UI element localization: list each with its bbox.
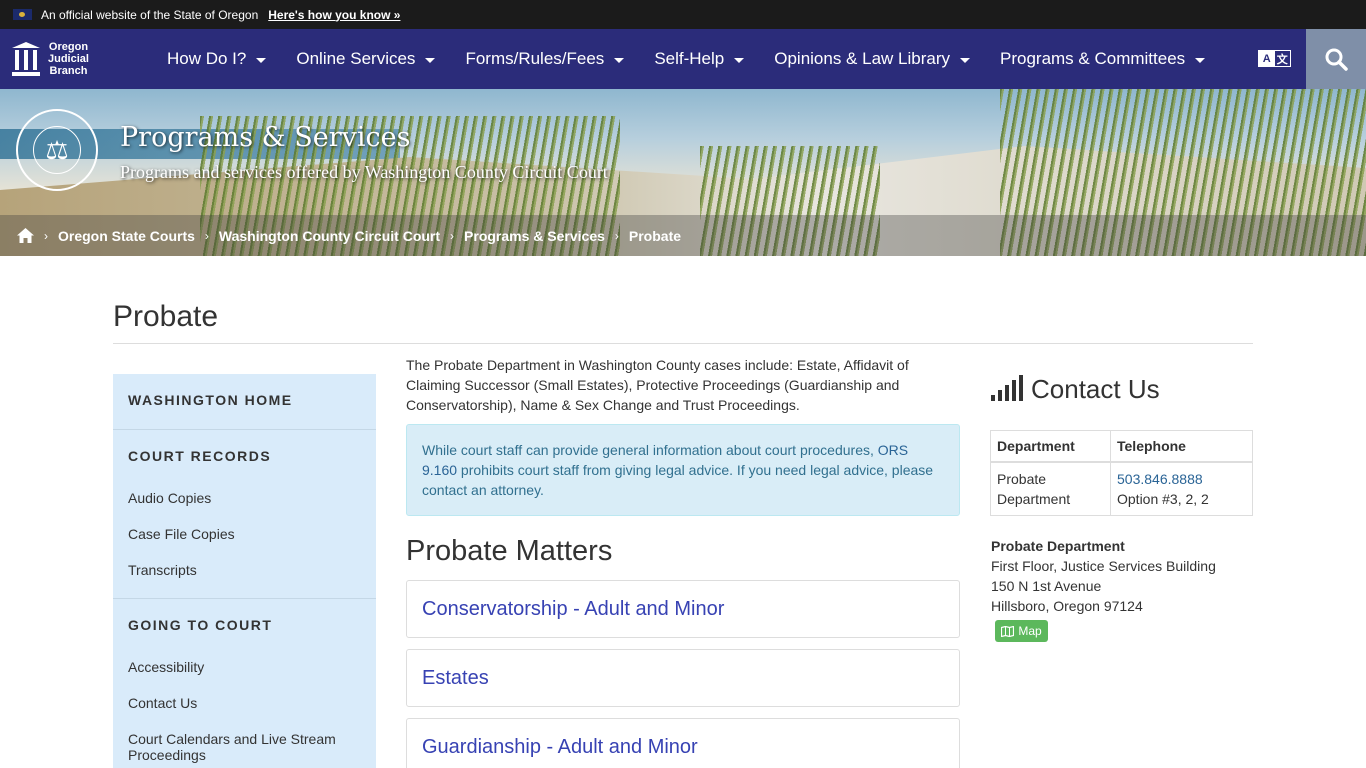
contact-table: Department Telephone Probate Department … (990, 430, 1253, 516)
caret-down-icon (734, 57, 745, 63)
map-icon (1001, 625, 1015, 637)
legal-advice-alert: While court staff can provide general in… (406, 424, 960, 516)
sidebar-heading-going-to-court: GOING TO COURT (128, 617, 273, 633)
main-nav: Oregon Judicial Branch How Do I? Online … (0, 29, 1366, 89)
nav-forms-rules-fees[interactable]: Forms/Rules/Fees (465, 49, 625, 69)
oregon-flag-icon (13, 9, 32, 20)
nav-menu: How Do I? Online Services Forms/Rules/Fe… (167, 49, 1235, 69)
hero-title: Programs & Services (120, 122, 411, 153)
address-line: 150 N 1st Avenue (991, 578, 1102, 594)
ojd-logo[interactable]: Oregon Judicial Branch (0, 41, 167, 77)
caret-down-icon (1195, 57, 1206, 63)
caret-down-icon (960, 57, 970, 63)
probate-matters-heading: Probate Matters (406, 535, 613, 567)
nav-how-do-i[interactable]: How Do I? (167, 49, 267, 69)
logo-text: Oregon Judicial Branch (48, 41, 89, 77)
sidebar-item-case-file-copies[interactable]: Case File Copies (113, 526, 235, 542)
phone-option: Option #3, 2, 2 (1117, 490, 1209, 507)
sidebar-heading-washington-home[interactable]: WASHINGTON HOME (113, 392, 293, 408)
sidebar-item-accessibility[interactable]: Accessibility (113, 659, 204, 675)
contact-us-heading: Contact Us (1031, 374, 1160, 404)
divider (113, 343, 1253, 344)
contact-department: Probate Department (990, 461, 1111, 516)
search-button[interactable] (1306, 29, 1366, 89)
nav-self-help[interactable]: Self-Help (654, 49, 745, 69)
nav-opinions-law-library[interactable]: Opinions & Law Library (774, 49, 970, 69)
nav-programs-committees[interactable]: Programs & Committees (1000, 49, 1206, 69)
intro-text: The Probate Department in Washington Cou… (406, 357, 909, 413)
translate-icon[interactable]: A文 (1258, 50, 1291, 67)
phone-link[interactable]: 503.846.8888 (1117, 471, 1203, 487)
table-row: Probate Department 503.846.8888 Option #… (990, 461, 1253, 516)
map-button[interactable]: Map (995, 620, 1048, 642)
caret-down-icon (256, 57, 267, 63)
breadcrumb: › Oregon State Courts › Washington Count… (0, 215, 1366, 256)
address-line: Hillsboro, Oregon 97124 (991, 598, 1143, 614)
sidebar-item-contact-us[interactable]: Contact Us (113, 695, 197, 711)
signal-bars-icon (991, 375, 1023, 401)
chevron-right-icon: › (44, 228, 48, 243)
address-line: First Floor, Justice Services Building (991, 558, 1216, 574)
breadcrumb-current: Probate (628, 227, 682, 244)
page-title: Probate (113, 300, 219, 333)
chevron-right-icon: › (450, 228, 455, 243)
address-name: Probate Department (991, 538, 1125, 554)
table-header-department: Department (990, 430, 1111, 463)
chevron-right-icon: › (614, 228, 619, 243)
hero-subtitle: Programs and services offered by Washing… (120, 162, 608, 182)
sidebar-item-audio-copies[interactable]: Audio Copies (113, 490, 211, 506)
matter-conservatorship[interactable]: Conservatorship - Adult and Minor (406, 580, 960, 638)
heres-how-you-know-link[interactable]: Here's how you know » (268, 8, 400, 22)
judicial-department-seal-icon: ⚖ (16, 109, 98, 191)
official-text: An official website of the State of Oreg… (41, 7, 259, 22)
official-banner: An official website of the State of Oreg… (0, 0, 1366, 29)
breadcrumb-washington-county[interactable]: Washington County Circuit Court (219, 228, 440, 244)
home-icon[interactable] (17, 228, 34, 243)
search-icon (1325, 48, 1348, 71)
caret-down-icon (425, 57, 436, 63)
divider (113, 598, 376, 599)
nav-online-services[interactable]: Online Services (296, 49, 436, 69)
address-block: Probate Department First Floor, Justice … (991, 536, 1216, 616)
caret-down-icon (614, 57, 625, 63)
sidebar-heading-court-records: COURT RECORDS (128, 448, 272, 464)
sidebar-item-transcripts[interactable]: Transcripts (113, 562, 197, 578)
divider (113, 429, 376, 430)
breadcrumb-programs-services[interactable]: Programs & Services (464, 228, 605, 244)
sidebar-item-court-calendars[interactable]: Court Calendars and Live Stream Proceedi… (113, 731, 343, 763)
breadcrumb-oregon-state-courts[interactable]: Oregon State Courts (58, 228, 195, 244)
matter-guardianship[interactable]: Guardianship - Adult and Minor (406, 718, 960, 768)
chevron-right-icon: › (204, 228, 209, 243)
matter-estates[interactable]: Estates (406, 649, 960, 707)
sidebar: WASHINGTON HOME COURT RECORDS Audio Copi… (113, 374, 376, 768)
table-header-telephone: Telephone (1110, 430, 1253, 463)
courthouse-icon (12, 42, 40, 76)
hero-banner: ⚖ Programs & Services Programs and servi… (0, 89, 1366, 256)
